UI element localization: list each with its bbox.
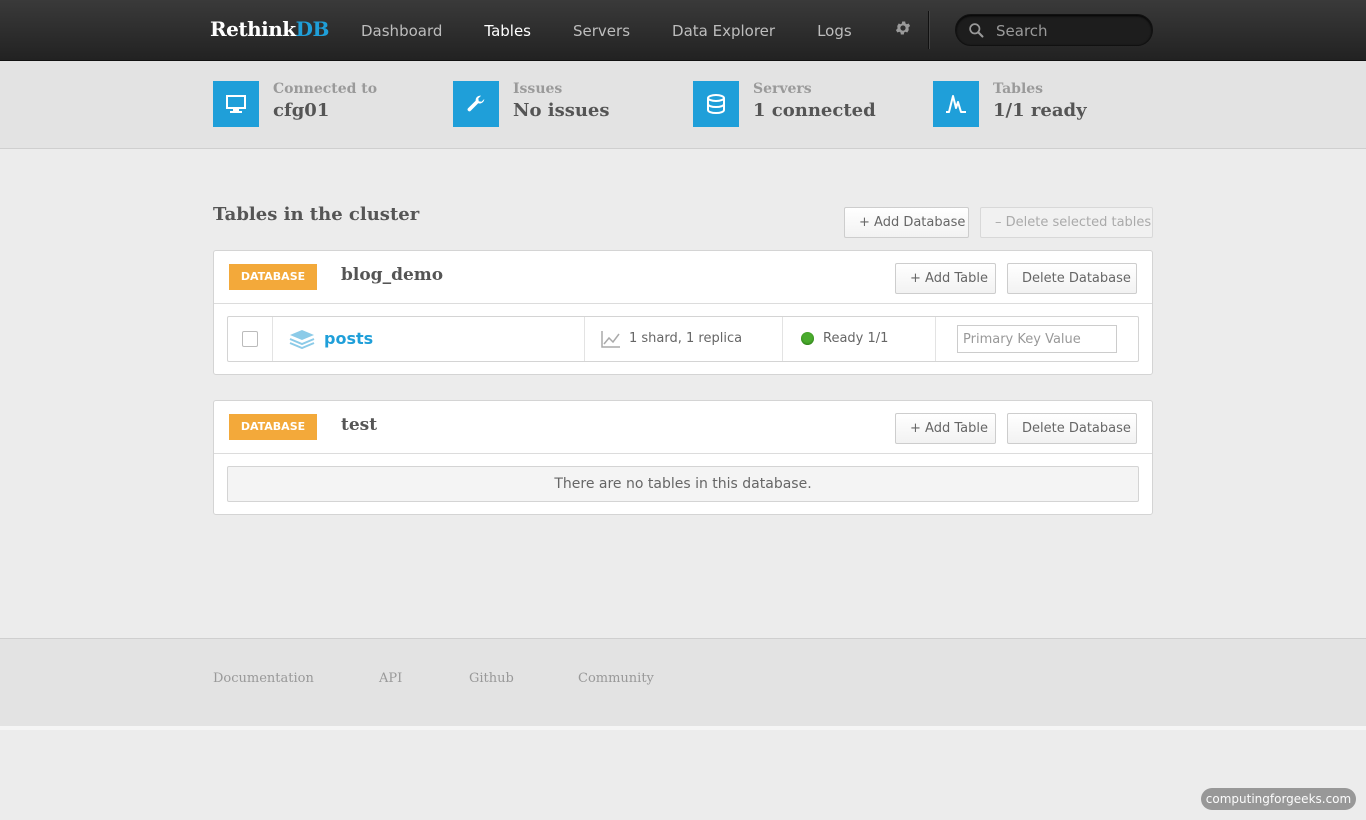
search-box[interactable] <box>955 14 1153 46</box>
ready-status-icon <box>801 332 814 345</box>
search-icon <box>968 22 985 43</box>
footer-link-api[interactable]: API <box>379 671 402 686</box>
add-database-button[interactable]: + Add Database <box>844 207 969 238</box>
database-header: DATABASE blog_demo + Add Table Delete Da… <box>214 251 1152 304</box>
stat-label: Issues <box>513 81 563 97</box>
page-title: Tables in the cluster <box>213 204 420 225</box>
select-cell <box>228 317 273 361</box>
nav-dashboard[interactable]: Dashboard <box>340 0 463 61</box>
footer-link-documentation[interactable]: Documentation <box>213 671 314 686</box>
database-badge: DATABASE <box>229 264 317 290</box>
stat-label: Servers <box>753 81 812 97</box>
stat-label: Tables <box>993 81 1044 97</box>
layers-icon <box>289 329 315 353</box>
search-input[interactable] <box>996 21 1141 41</box>
stat-value: cfg01 <box>273 100 330 121</box>
footer-link-github[interactable]: Github <box>469 671 514 686</box>
primary-key-input[interactable] <box>957 325 1117 353</box>
nav-logs[interactable]: Logs <box>796 0 873 61</box>
table-checkbox[interactable] <box>242 331 258 347</box>
wrench-icon <box>453 81 499 127</box>
rethinkdb-logo[interactable]: RethinkDB <box>210 17 329 41</box>
database-name: blog_demo <box>341 265 444 285</box>
database-panel-test: DATABASE test + Add Table Delete Databas… <box>213 400 1153 515</box>
gear-icon[interactable] <box>873 0 933 61</box>
main-nav: Dashboard Tables Servers Data Explorer L… <box>340 0 933 61</box>
activity-icon <box>933 81 979 127</box>
name-cell <box>273 317 585 361</box>
table-row: posts 1 shard, 1 replica Ready 1/1 <box>227 316 1139 362</box>
stat-label: Connected to <box>273 81 378 97</box>
nav-tables[interactable]: Tables <box>463 0 552 61</box>
table-status: Ready 1/1 <box>823 331 889 346</box>
add-table-button[interactable]: + Add Table <box>895 413 996 444</box>
database-panel-blog-demo: DATABASE blog_demo + Add Table Delete Da… <box>213 250 1153 375</box>
monitor-icon <box>213 81 259 127</box>
delete-selected-tables-button[interactable]: – Delete selected tables <box>980 207 1153 238</box>
stat-value: No issues <box>513 100 610 121</box>
add-table-button[interactable]: + Add Table <box>895 263 996 294</box>
line-chart-icon <box>601 330 621 352</box>
brand-text: Rethink <box>210 17 296 41</box>
stat-value: 1 connected <box>753 100 876 121</box>
database-badge: DATABASE <box>229 414 317 440</box>
delete-database-button[interactable]: Delete Database <box>1007 413 1137 444</box>
shards-text: 1 shard, 1 replica <box>629 331 743 346</box>
table-name-link[interactable]: posts <box>324 329 373 348</box>
cluster-stats-bar: Connected to cfg01 Issues No issues Serv… <box>0 61 1366 149</box>
database-header: DATABASE test + Add Table Delete Databas… <box>214 401 1152 454</box>
nav-divider <box>928 11 929 49</box>
footer-link-community[interactable]: Community <box>578 671 654 686</box>
delete-database-button[interactable]: Delete Database <box>1007 263 1137 294</box>
empty-tables-message: There are no tables in this database. <box>227 466 1139 502</box>
footer: Documentation API Github Community <box>0 638 1366 730</box>
database-name: test <box>341 415 378 435</box>
top-navbar: RethinkDB Dashboard Tables Servers Data … <box>0 0 1366 61</box>
watermark: computingforgeeks.com <box>1201 788 1356 810</box>
database-icon <box>693 81 739 127</box>
nav-servers[interactable]: Servers <box>552 0 651 61</box>
brand-text-accent: DB <box>295 17 330 41</box>
nav-data-explorer[interactable]: Data Explorer <box>651 0 796 61</box>
stat-value: 1/1 ready <box>993 100 1087 121</box>
